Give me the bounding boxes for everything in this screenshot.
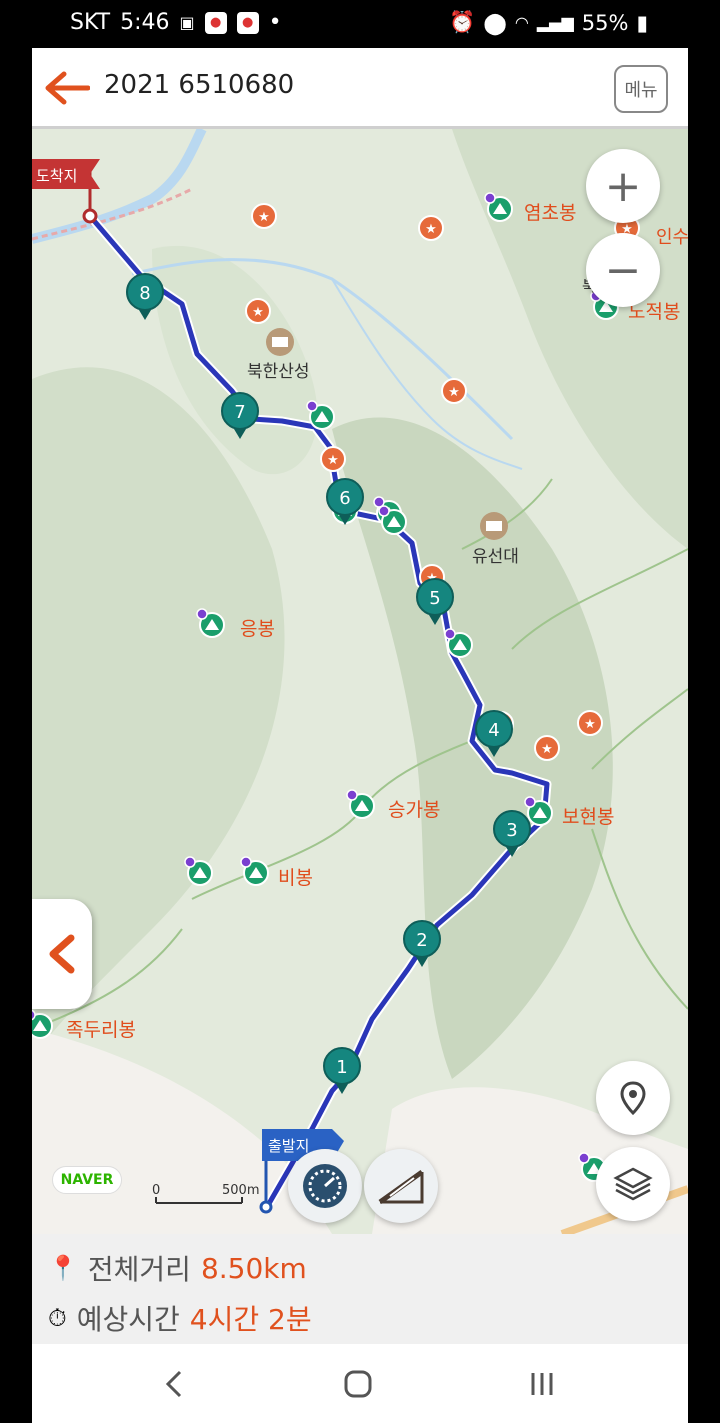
place-label: 유선대 xyxy=(472,547,519,567)
nav-home-button[interactable] xyxy=(328,1362,388,1406)
scale-max-label: 500m xyxy=(222,1183,259,1198)
elevation-button[interactable] xyxy=(364,1149,438,1223)
naver-logo: NAVER xyxy=(52,1166,122,1194)
home-icon xyxy=(344,1370,372,1398)
attraction-star-icon: ★ xyxy=(534,735,560,761)
distance-value: 8.50km xyxy=(200,1251,307,1285)
time-value: 4시간 2분 xyxy=(189,1303,312,1336)
menu-button[interactable]: 메뉴 xyxy=(614,65,668,113)
attraction-star-icon: ★ xyxy=(320,446,346,472)
carrier: SKT xyxy=(70,10,111,35)
layers-button[interactable] xyxy=(596,1147,670,1221)
svg-text:★: ★ xyxy=(258,210,270,225)
waypoint-label: 8 xyxy=(139,283,150,304)
attraction-star-icon: ★ xyxy=(251,203,277,229)
peak-label: 보현봉 xyxy=(562,806,614,828)
status-bar: SKT 5:46 ▣ ● ● • ⏰ ⬤ ◠ ▂▄▆ 55% ▮ xyxy=(0,0,720,48)
clock-icon: ⏱ xyxy=(48,1304,67,1332)
layers-icon xyxy=(613,1167,653,1201)
waypoint-label: 5 xyxy=(429,588,440,609)
app-notification-icon: ● xyxy=(204,11,227,34)
location-pin-icon xyxy=(620,1081,646,1115)
chevron-left-icon xyxy=(49,934,75,974)
speedometer-icon xyxy=(303,1164,347,1208)
attraction-star-icon: ★ xyxy=(441,378,467,404)
start-label: 출발지 xyxy=(268,1137,309,1155)
time-row: ⏱ 예상시간 4시간 2분 xyxy=(48,1298,312,1338)
battery-level: 55% xyxy=(581,10,629,35)
svg-text:★: ★ xyxy=(541,742,553,757)
battery-icon: ▮ xyxy=(636,10,648,35)
elevation-icon xyxy=(378,1169,424,1205)
waypoint-label: 2 xyxy=(416,930,427,951)
location-icon: ⬤ xyxy=(483,10,507,35)
peak-label: 족두리봉 xyxy=(66,1019,136,1041)
zoom-out-button[interactable]: − xyxy=(586,233,660,307)
side-panel-toggle-button[interactable] xyxy=(32,899,92,1009)
attraction-star-icon: ★ xyxy=(245,298,271,324)
place-label: 인수 xyxy=(656,227,688,248)
scale-zero-label: 0 xyxy=(152,1183,160,1198)
svg-text:★: ★ xyxy=(448,385,460,400)
app-header: 2021 6510680 메뉴 xyxy=(32,48,688,129)
route-summary: 📍 전체거리 8.50km ⏱ 예상시간 4시간 2분 xyxy=(32,1234,688,1344)
zoom-in-button[interactable]: + xyxy=(586,149,660,223)
distance-row: 📍 전체거리 8.50km xyxy=(48,1248,307,1288)
map-canvas[interactable]: ★★★★★★★★★★ 북한산성 유선대 인수 북한 염초봉 노적봉 응봉 승가봉… xyxy=(32,129,688,1234)
page-title: 2021 6510680 xyxy=(104,70,295,100)
place-label: 북한산성 xyxy=(247,362,310,382)
wifi-icon: ◠ xyxy=(514,13,529,32)
waypoint-label: 6 xyxy=(339,488,350,509)
recents-icon xyxy=(531,1373,553,1395)
app-notification-icon-2: ● xyxy=(236,11,259,34)
speedometer-button[interactable] xyxy=(288,1149,362,1223)
peak-label: 비봉 xyxy=(278,867,313,889)
more-notifications-icon: • xyxy=(268,10,282,35)
status-left: SKT 5:46 ▣ ● ● • xyxy=(70,10,282,35)
destination-label: 도착지 xyxy=(36,167,77,185)
nav-recents-button[interactable] xyxy=(512,1362,572,1406)
attraction-star-icon: ★ xyxy=(577,710,603,736)
nav-back-button[interactable] xyxy=(144,1362,204,1406)
back-button[interactable] xyxy=(44,70,91,106)
alarm-icon: ⏰ xyxy=(449,10,476,34)
attraction-star-icon: ★ xyxy=(418,215,444,241)
waypoint-label: 4 xyxy=(488,720,499,741)
waypoint-label: 3 xyxy=(506,820,517,841)
status-right: ⏰ ⬤ ◠ ▂▄▆ 55% ▮ xyxy=(449,10,648,35)
my-location-button[interactable] xyxy=(596,1061,670,1135)
signal-icon: ▂▄▆ xyxy=(536,13,574,32)
fortress-icon xyxy=(266,328,294,356)
back-icon xyxy=(165,1370,182,1398)
route-distance-icon: 📍 xyxy=(48,1254,78,1282)
waypoint-label: 1 xyxy=(336,1057,347,1078)
distance-label: 전체거리 xyxy=(87,1253,191,1286)
clock: 5:46 xyxy=(120,10,170,35)
peak-label: 응봉 xyxy=(240,618,275,640)
radio-icon: ▣ xyxy=(179,13,195,32)
peak-label: 염초봉 xyxy=(524,202,576,224)
map-view[interactable]: ★★★★★★★★★★ 북한산성 유선대 인수 북한 염초봉 노적봉 응봉 승가봉… xyxy=(32,129,688,1234)
svg-text:★: ★ xyxy=(425,222,437,237)
waypoint-label: 7 xyxy=(234,402,245,423)
fortress-icon xyxy=(480,512,508,540)
system-navigation-bar xyxy=(32,1344,688,1423)
svg-text:★: ★ xyxy=(584,717,596,732)
back-arrow-icon xyxy=(45,71,91,105)
svg-text:★: ★ xyxy=(252,305,264,320)
svg-text:★: ★ xyxy=(327,453,339,468)
app-window: 2021 6510680 메뉴 ★★★★★★★★★★ xyxy=(32,48,688,1423)
time-label: 예상시간 xyxy=(76,1303,180,1336)
peak-label: 승가봉 xyxy=(388,799,440,821)
